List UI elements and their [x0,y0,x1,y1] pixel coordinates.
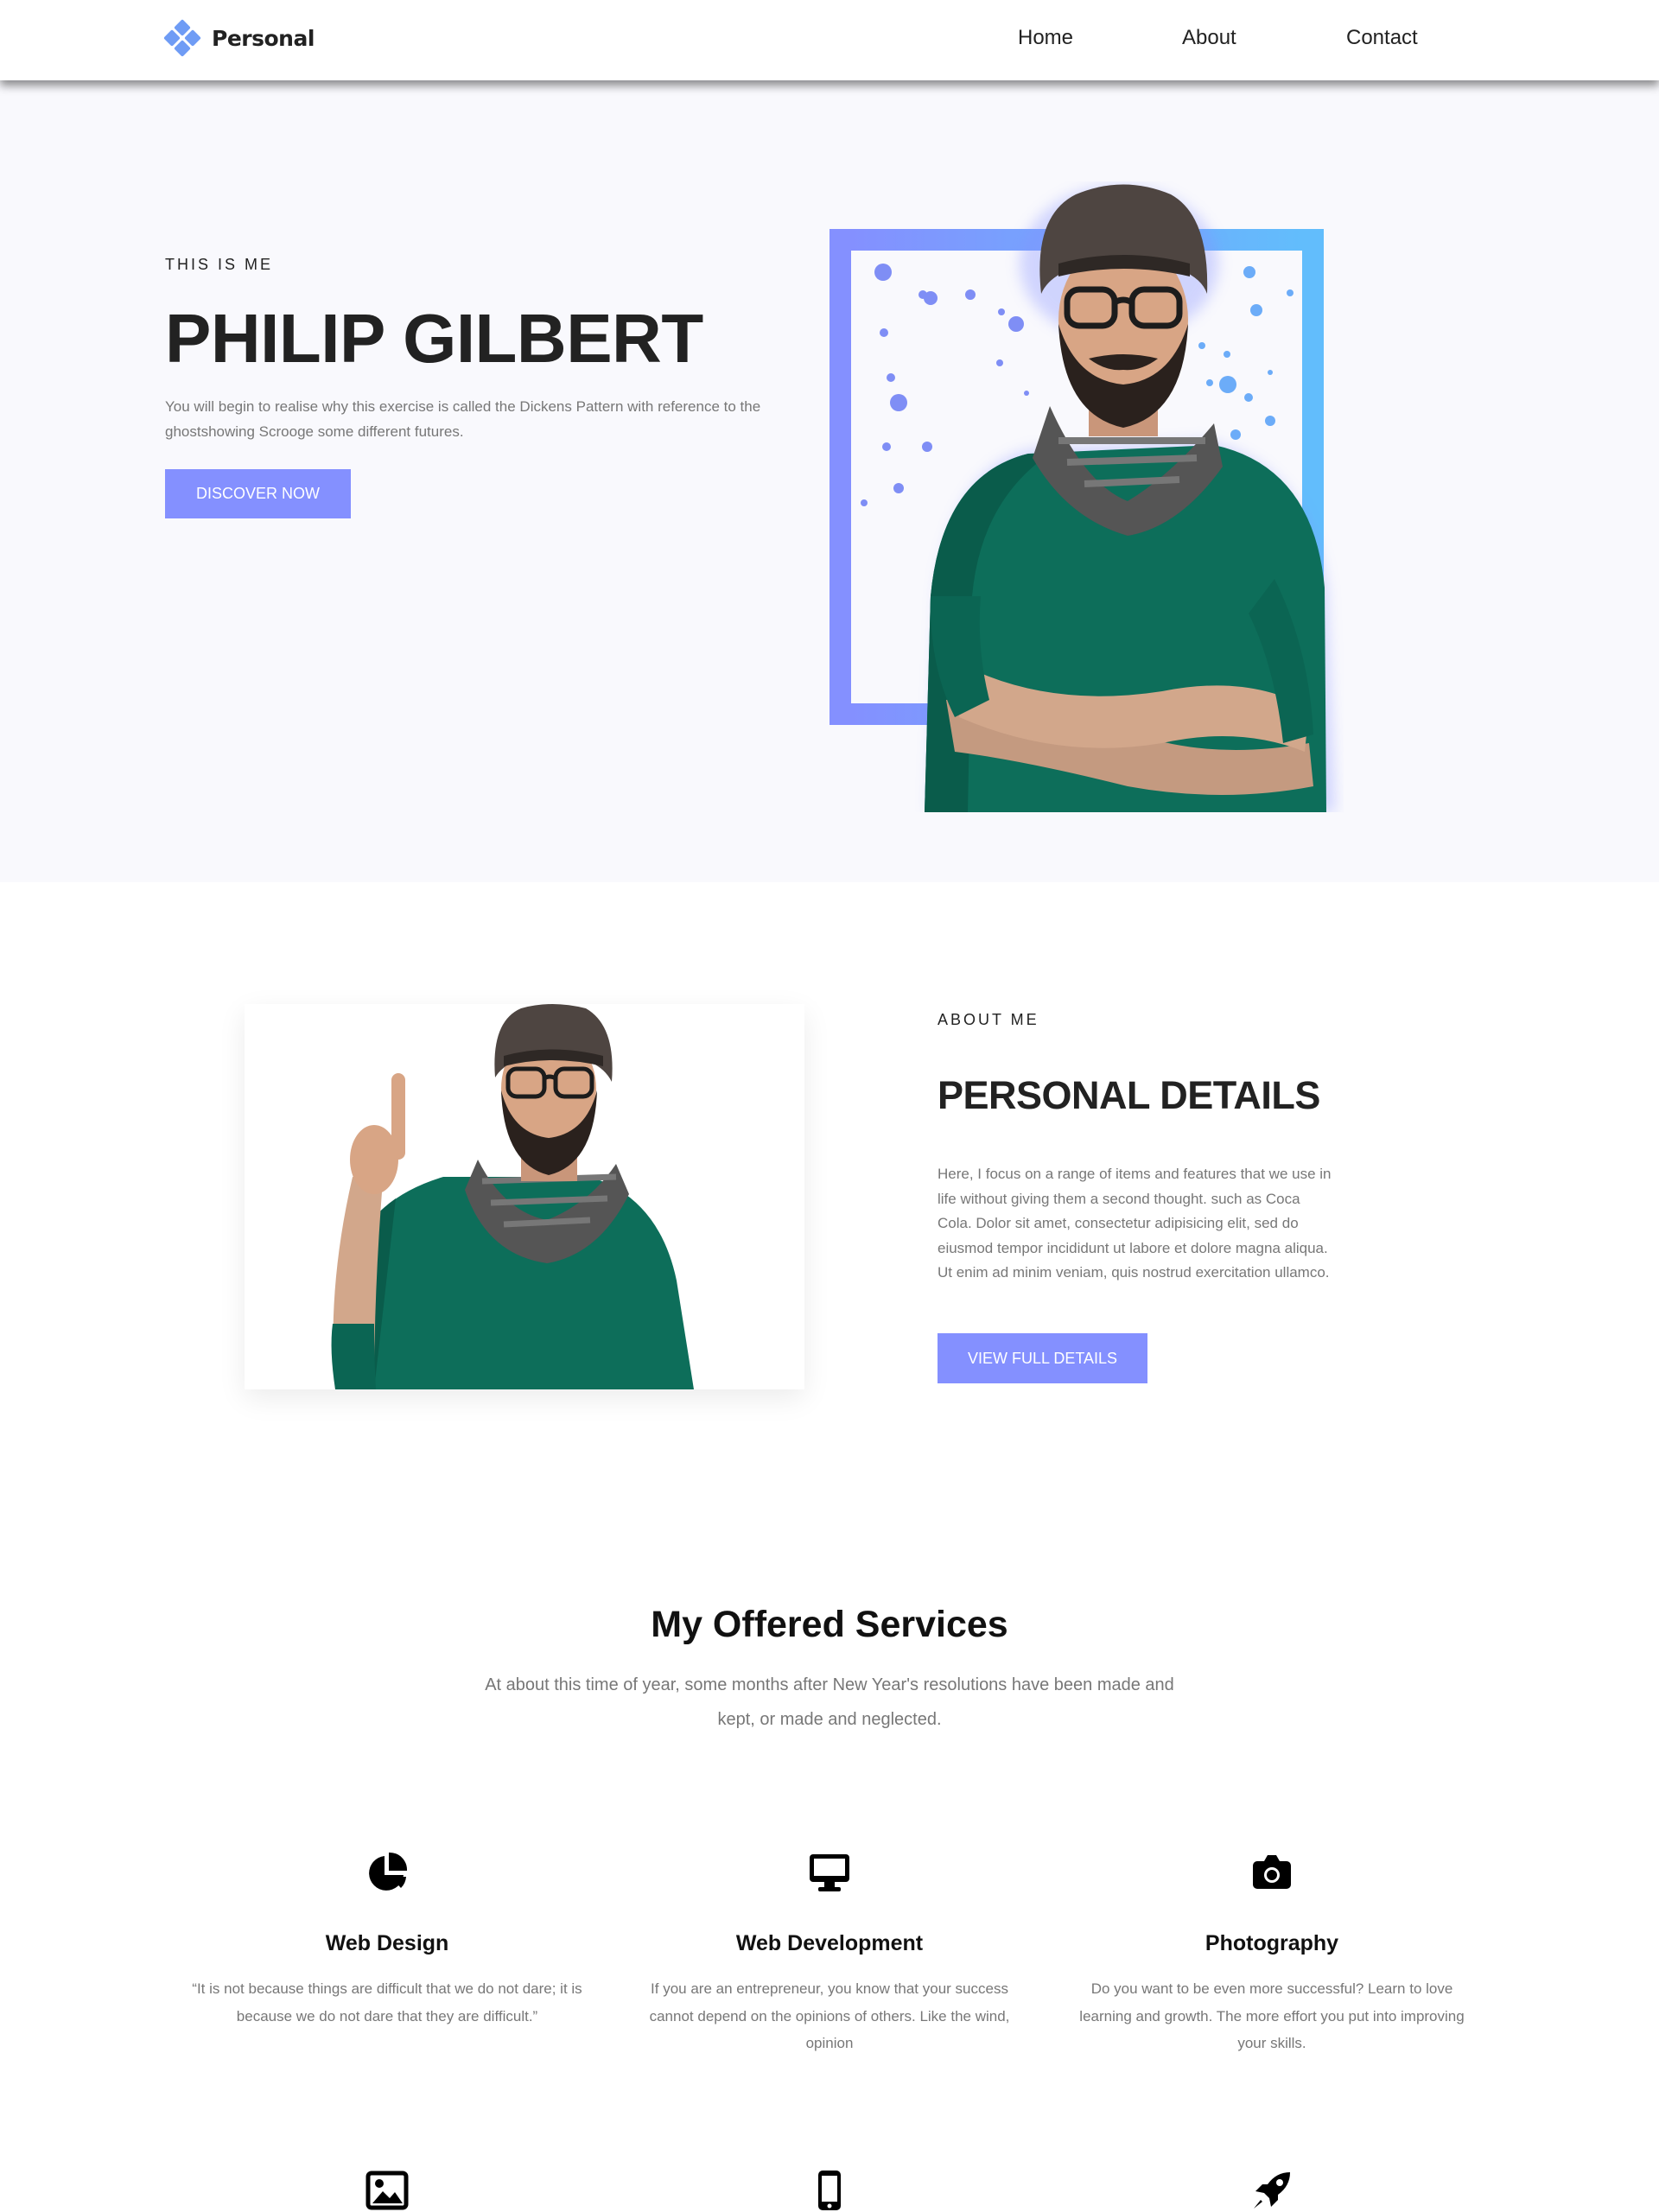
nav-about[interactable]: About [1182,26,1236,50]
brand-logo[interactable]: Personal [163,19,315,57]
hero-section: THIS IS ME PHILIP GILBERT You will begin… [0,80,1659,882]
pie-chart-icon [369,1852,408,1891]
nav-home[interactable]: Home [1018,26,1073,50]
about-title: PERSONAL DETAILS [938,1073,1320,1117]
hero-eyebrow: THIS IS ME [165,256,274,273]
service-description: If you are an entrepreneur, you know tha… [649,1980,1010,2051]
logo-diamond-icon [163,19,201,57]
rocket-icon [1254,2172,1290,2209]
hero-title: PHILIP GILBERT [165,300,703,377]
about-photo-card [245,1004,804,1389]
service-description: “It is not because things are difficult … [192,1980,582,2024]
service-title: Web Development [735,1931,924,1955]
service-title: Photography [1205,1931,1339,1955]
hero-portrait-image [925,184,1335,812]
discover-now-button[interactable]: DISCOVER NOW [165,469,351,518]
nav-contact[interactable]: Contact [1346,26,1418,50]
services-subtitle: At about this time of year, some months … [485,1675,1174,1729]
camera-icon [1253,1855,1291,1889]
image-icon [365,2171,409,2210]
site-header: Personal Home About Contact [0,0,1659,80]
hero-description: You will begin to realise why this exerc… [165,398,761,440]
about-eyebrow: ABOUT ME [938,1011,1039,1028]
service-title: Web Design [325,1931,449,1955]
view-full-details-button[interactable]: VIEW FULL DETAILS [938,1333,1147,1383]
about-description: Here, I focus on a range of items and fe… [938,1166,1332,1281]
desktop-icon [810,1854,849,1891]
brand-name: Personal [212,25,315,51]
service-description: Do you want to be even more successful? … [1079,1980,1465,2051]
services-title: My Offered Services [651,1604,1008,1645]
about-portrait-image [331,1004,694,1389]
mobile-icon [818,2171,841,2210]
